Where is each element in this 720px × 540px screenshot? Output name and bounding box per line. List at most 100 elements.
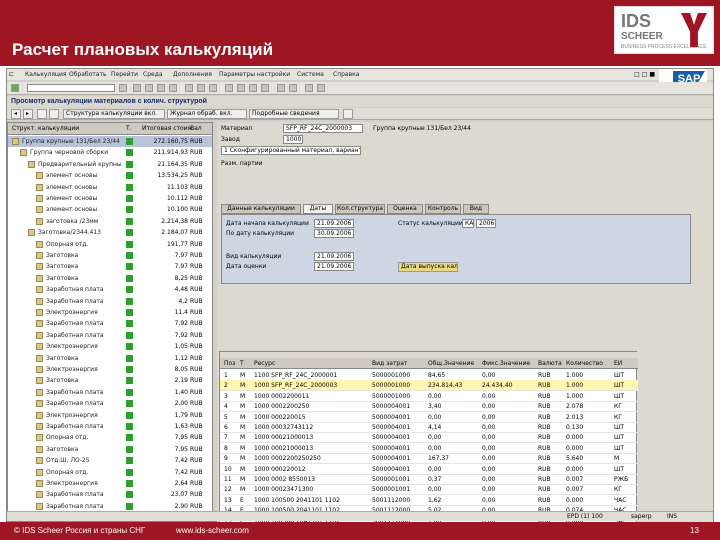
tree-row[interactable]: Электроэнергия 1,79 RUB xyxy=(8,410,212,421)
menu-item[interactable]: Обработать xyxy=(69,71,106,78)
valuation-date-field[interactable]: 21.09.2006 xyxy=(314,262,354,271)
col-cost-element[interactable]: Вид затрат xyxy=(372,360,407,367)
menu-item[interactable]: Параметры настройки xyxy=(219,71,290,78)
tree-row[interactable]: Заработная плата 7,92 RUB xyxy=(8,318,212,329)
shortcut-icon[interactable] xyxy=(289,84,297,92)
tree-row[interactable]: Электроэнергия 11,4 RUB xyxy=(8,307,212,318)
variant-field[interactable]: 1 Сконфигурированный материал, вариант 1… xyxy=(221,146,361,155)
tree-row[interactable]: Электроэнергия 2,64 RUB xyxy=(8,478,212,489)
col-total-value[interactable]: Общ.Значение xyxy=(428,360,474,367)
grid-row[interactable]: 4 M 1000 0002200250 5000004001 3,40 0,00 RUB 2.… xyxy=(220,401,638,413)
tree-row[interactable]: Предварительный крупный 21.164,35 RUB xyxy=(8,159,212,170)
details-button[interactable]: Подробные сведения xyxy=(249,109,339,119)
tree-row[interactable]: Заготовка 8,25 RUB xyxy=(8,273,212,284)
tree-row[interactable]: Заготовка/2344.413 2.184,07 RUB xyxy=(8,227,212,238)
tab-valuation[interactable]: Оценка xyxy=(387,204,423,214)
tree-row[interactable]: Группа черновой сборки 211.914,93 RUB xyxy=(8,147,212,158)
tree-row[interactable]: Заработная плата 7,92 RUB xyxy=(8,330,212,341)
new-session-icon[interactable] xyxy=(277,84,285,92)
tree-row[interactable]: Отд.Ш, ЛО-25 7,42 RUB xyxy=(8,455,212,466)
plant-field[interactable]: 1000 xyxy=(283,135,303,144)
tab-dates[interactable]: Даты xyxy=(303,204,333,214)
grid-row[interactable]: 10 M 1000 000220012 5000004001 0,00 0,00 RUB 0.… xyxy=(220,464,638,475)
col-quantity[interactable]: Количество xyxy=(566,360,603,367)
enter-icon[interactable] xyxy=(11,84,19,92)
tree-row[interactable]: Заработная плата 1,63 RUB xyxy=(8,421,212,432)
back-arrow-icon[interactable]: ◂ xyxy=(11,109,21,119)
tree-row[interactable]: Заготовка 1,12 RUB xyxy=(8,353,212,364)
tree-row[interactable]: элемент основы 11.103 RUB xyxy=(8,182,212,193)
grid-row[interactable]: 3 M 1000 0002200011 5000001000 0,00 0,00 RUB 1.… xyxy=(220,391,638,402)
menu-item[interactable]: Система xyxy=(297,71,324,78)
qty-field[interactable]: 2006 xyxy=(476,219,496,228)
exit-icon[interactable] xyxy=(157,84,165,92)
grid-row[interactable]: 11 M 1000 0002 8550013 5000001001 0,37 0,00 RU… xyxy=(220,474,638,485)
back-icon[interactable] xyxy=(145,84,153,92)
from-date-field[interactable]: 21.09.2006 xyxy=(314,219,354,228)
log-button[interactable]: Журнал обраб. вкл. xyxy=(167,109,247,119)
next-page-icon[interactable] xyxy=(249,84,257,92)
tree-row[interactable]: Заготовка 2,19 RUB xyxy=(8,375,212,386)
grid-row[interactable]: 7 M 1000 00021000013 5000004001 0,00 0,00 RUB 0… xyxy=(220,432,638,444)
dropdown-icon[interactable] xyxy=(119,84,127,92)
tree-row[interactable]: Группа крупные 131/Бел 23/44 272.160,75 RU… xyxy=(8,136,212,147)
find-icon[interactable] xyxy=(197,84,205,92)
material-field[interactable]: SFP_RF_24C_2000003 xyxy=(283,124,363,133)
tree-row[interactable]: элемент основы 10.100 RUB xyxy=(8,204,212,215)
col-pos[interactable]: Поз xyxy=(224,360,235,367)
grid-row[interactable]: 8 M 1000 00021000013 5000004001 0,00 0,00 RUB 0… xyxy=(220,443,638,454)
status-field[interactable]: КА xyxy=(462,219,474,228)
to-date-field[interactable]: 30.09.2006 xyxy=(314,229,354,238)
grid-row[interactable]: 9 M 1000 0002200250250 5000004001 167,37 0,00… xyxy=(220,453,638,465)
prev-page-icon[interactable] xyxy=(237,84,245,92)
tree-row[interactable]: Заработная плата 4,48 RUB xyxy=(8,284,212,295)
tree-row[interactable]: элемент основы 13.534,25 RUB xyxy=(8,170,212,181)
menu-item[interactable]: Дополнения xyxy=(173,71,212,78)
tree-row[interactable]: Заработная плата 4,2 RUB xyxy=(8,296,212,307)
change-icon[interactable] xyxy=(49,109,59,119)
find-next-icon[interactable] xyxy=(209,84,217,92)
tree-col-type[interactable]: Т. xyxy=(126,125,132,132)
window-buttons[interactable]: □ □ ■ xyxy=(634,71,655,78)
cancel-icon[interactable] xyxy=(169,84,177,92)
col-currency[interactable]: Валюта xyxy=(538,360,562,367)
kind-date-field[interactable]: 21.09.2006 xyxy=(314,252,354,261)
tree-row[interactable]: элемент основы 10.112 RUB xyxy=(8,193,212,204)
tree-row[interactable]: Опорная отд. 7,42 RUB xyxy=(8,467,212,478)
tab-view[interactable]: Вид xyxy=(463,204,489,214)
menu-item[interactable]: Перейти xyxy=(111,71,138,78)
tree-row[interactable]: Заготовка 7,95 RUB xyxy=(8,444,212,455)
save-icon[interactable] xyxy=(133,84,141,92)
menu-item[interactable]: Среда xyxy=(143,71,163,78)
grid-row[interactable]: 13 E 1000 100500 2041101 1102 5001112000 1,6… xyxy=(220,495,638,506)
tree-row[interactable]: заготовка /23мм 2.214,38 RUB xyxy=(8,216,212,227)
last-page-icon[interactable] xyxy=(261,84,269,92)
tree-row[interactable]: Заготовка 7,97 RUB xyxy=(8,250,212,261)
forward-arrow-icon[interactable]: ▸ xyxy=(23,109,33,119)
display-icon[interactable] xyxy=(37,109,47,119)
col-fixed-value[interactable]: Фикс.Значение xyxy=(482,360,530,367)
tree-row[interactable]: Заработная плата 23,07 RUB xyxy=(8,489,212,500)
grid-row[interactable]: 12 M 1000 00023471300 5000001001 0,00 0,00 RUB… xyxy=(220,484,638,496)
tab-qty-structure[interactable]: Кол.структура xyxy=(335,204,385,214)
tree-row[interactable]: Заработная плата 2,00 RUB xyxy=(8,398,212,409)
grid-row[interactable]: 2 M 1000 SFP_RF_24C_2000003 5000001000 234.8… xyxy=(220,380,638,392)
tree-row[interactable]: Опорная отд. 191,77 RUB xyxy=(8,239,212,250)
col-type[interactable]: Т xyxy=(240,360,244,367)
menu-item[interactable]: Калькуляция xyxy=(25,71,67,78)
tree-row[interactable]: Опорная отд. 7,95 RUB xyxy=(8,432,212,443)
grid-row[interactable]: 5 M 1000 000220015 5000004001 0,00 0,00 RUB 2.0… xyxy=(220,412,638,423)
col-uom[interactable]: ЕИ xyxy=(614,360,622,367)
layout-icon[interactable] xyxy=(317,84,325,92)
tab-control[interactable]: Контроль xyxy=(425,204,461,214)
window-menu-icon[interactable]: ⊏ xyxy=(9,71,14,78)
tab-costing-data[interactable]: Данные калькуляции xyxy=(221,204,301,214)
help-icon[interactable] xyxy=(305,84,313,92)
col-resource[interactable]: Ресурс xyxy=(254,360,275,367)
grid-icon[interactable] xyxy=(343,109,353,119)
tree-col-currency[interactable]: Вал xyxy=(190,125,202,132)
first-page-icon[interactable] xyxy=(225,84,233,92)
menu-item[interactable]: Справка xyxy=(333,71,359,78)
tree-col-structure[interactable]: Структ. калькуляции xyxy=(12,125,79,132)
tree-col-total[interactable]: Итоговая стоим. xyxy=(142,125,194,132)
